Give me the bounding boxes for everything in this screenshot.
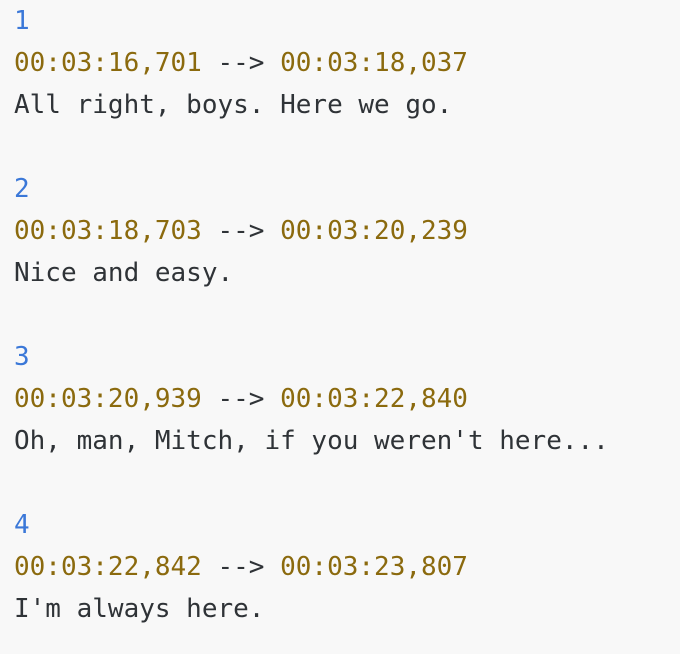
cue-arrow: --> — [201, 384, 281, 414]
cue-index: 3 — [14, 342, 30, 372]
cue-index: 2 — [14, 174, 30, 204]
cue-end-time: 00:03:22,840 — [280, 384, 468, 414]
cue-end-time: 00:03:20,239 — [280, 216, 468, 246]
subtitle-cue-4: 4 00:03:22,842 --> 00:03:23,807 I'm alwa… — [14, 504, 666, 630]
cue-end-time: 00:03:18,037 — [280, 48, 468, 78]
cue-timing: 00:03:22,842 --> 00:03:23,807 — [14, 546, 666, 588]
cue-text: Nice and easy. — [14, 258, 234, 288]
subtitle-cue-2: 2 00:03:18,703 --> 00:03:20,239 Nice and… — [14, 168, 666, 294]
cue-timing: 00:03:18,703 --> 00:03:20,239 — [14, 210, 666, 252]
cue-end-time: 00:03:23,807 — [280, 552, 468, 582]
cue-text: I'm always here. — [14, 594, 265, 624]
cue-text: All right, boys. Here we go. — [14, 90, 453, 120]
cue-index: 1 — [14, 6, 30, 36]
cue-arrow: --> — [201, 552, 281, 582]
cue-timing: 00:03:20,939 --> 00:03:22,840 — [14, 378, 666, 420]
cue-arrow: --> — [201, 48, 281, 78]
subtitle-cue-1: 1 00:03:16,701 --> 00:03:18,037 All righ… — [14, 0, 666, 126]
cue-text: Oh, man, Mitch, if you weren't here... — [14, 426, 609, 456]
cue-index: 4 — [14, 510, 30, 540]
cue-arrow: --> — [201, 216, 281, 246]
cue-start-time: 00:03:18,703 — [14, 216, 202, 246]
cue-timing: 00:03:16,701 --> 00:03:18,037 — [14, 42, 666, 84]
subtitle-cue-3: 3 00:03:20,939 --> 00:03:22,840 Oh, man,… — [14, 336, 666, 462]
cue-start-time: 00:03:16,701 — [14, 48, 202, 78]
subtitle-file: 1 00:03:16,701 --> 00:03:18,037 All righ… — [14, 0, 666, 630]
cue-start-time: 00:03:22,842 — [14, 552, 202, 582]
cue-start-time: 00:03:20,939 — [14, 384, 202, 414]
